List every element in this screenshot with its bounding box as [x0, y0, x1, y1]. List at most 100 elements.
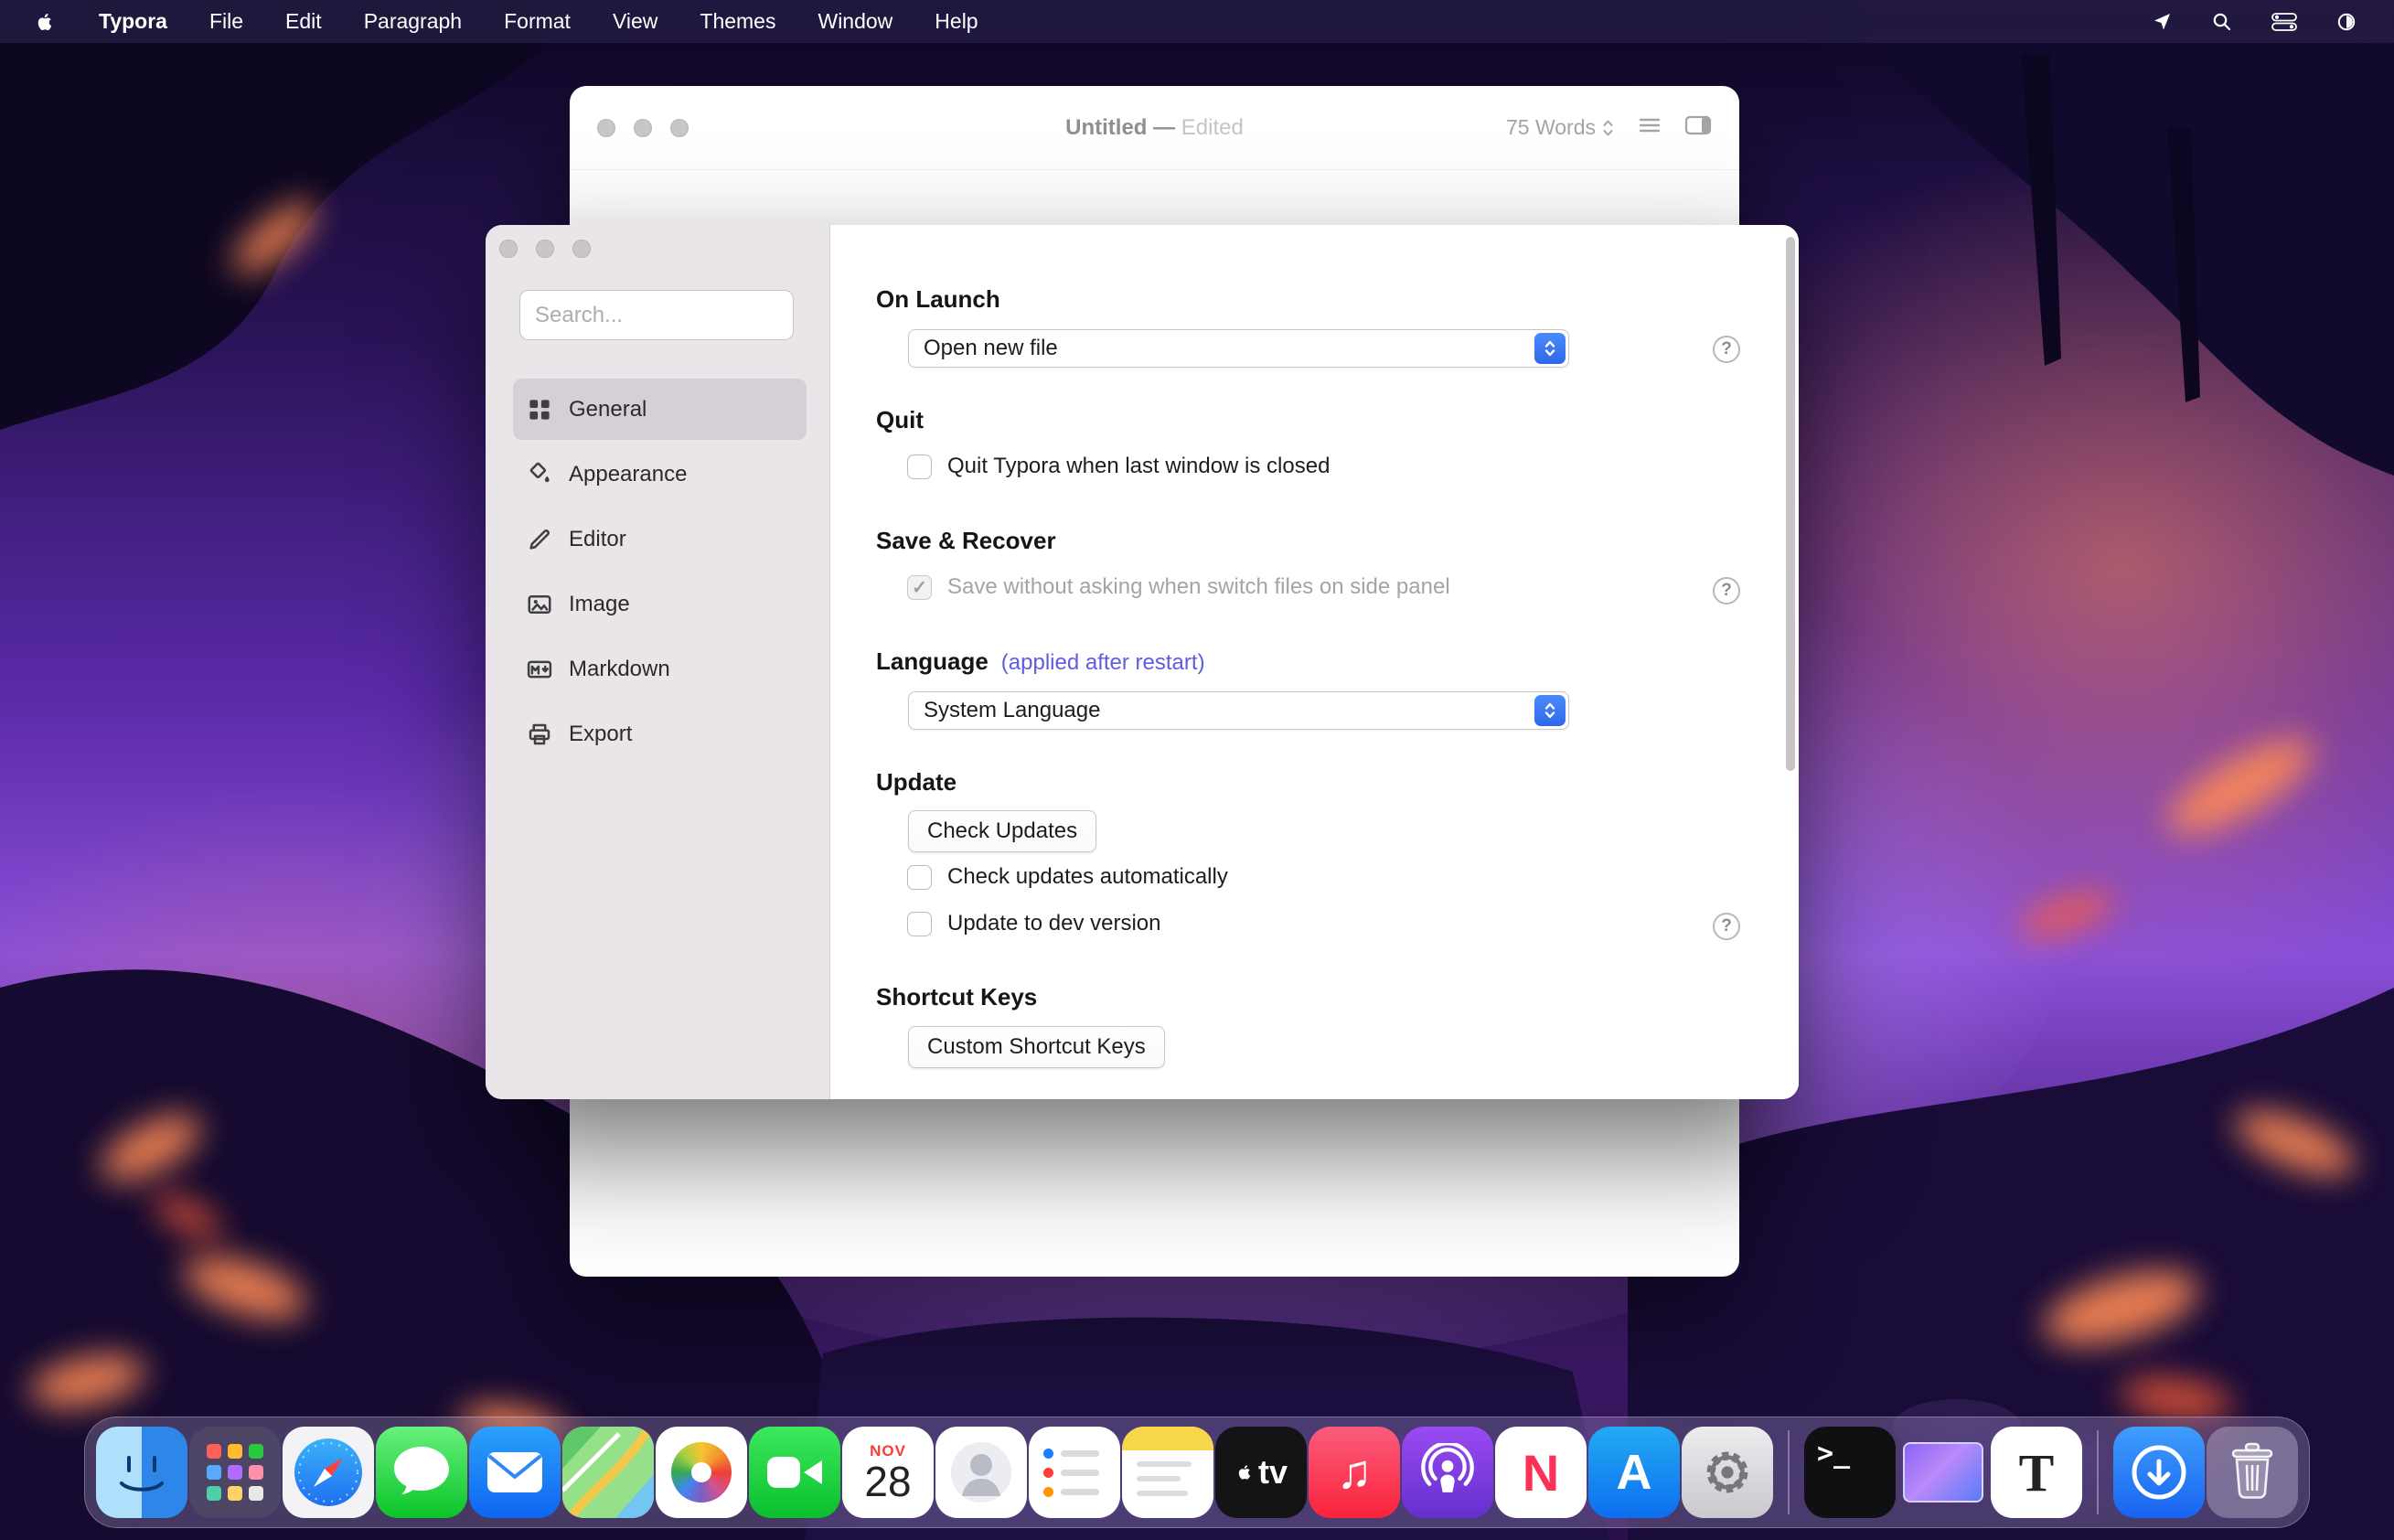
dock-apple-tv-icon[interactable]: tv [1215, 1427, 1307, 1518]
dock-podcasts-icon[interactable] [1402, 1427, 1493, 1518]
dock-finder-icon[interactable] [96, 1427, 187, 1518]
dev-version-checkbox-label[interactable]: Update to dev version [947, 911, 1160, 936]
sidebar-item-label: Export [569, 722, 632, 747]
dock-news-icon[interactable]: N [1495, 1427, 1587, 1518]
menu-item-paragraph[interactable]: Paragraph [364, 9, 462, 34]
preferences-sidebar: General Appearance Editor Image Markdown… [486, 225, 830, 1099]
dock-music-icon[interactable]: ♫ [1309, 1427, 1400, 1518]
sidebar-item-markdown[interactable]: Markdown [513, 638, 807, 700]
dock-calendar-icon[interactable]: NOV 28 [842, 1427, 934, 1518]
menu-item-file[interactable]: File [209, 9, 243, 34]
check-updates-button[interactable]: Check Updates [908, 810, 1096, 852]
gear-icon [1697, 1442, 1758, 1503]
dock-mail-icon[interactable] [469, 1427, 561, 1518]
auto-update-checkbox-label[interactable]: Check updates automatically [947, 864, 1228, 890]
apple-menu-icon[interactable] [33, 10, 57, 34]
dock-safari-icon[interactable] [283, 1427, 374, 1518]
zoom-button[interactable] [572, 240, 591, 258]
language-heading: Language (applied after restart) [876, 647, 1205, 676]
music-note-glyph: ♫ [1337, 1445, 1373, 1500]
dropdown-stepper-icon [1534, 695, 1566, 726]
scrollbar-thumb[interactable] [1786, 237, 1795, 771]
spotlight-search-icon[interactable] [2211, 11, 2233, 33]
siri-icon[interactable] [2335, 11, 2357, 33]
printer-icon [526, 721, 553, 748]
dock-photos-icon[interactable] [656, 1427, 747, 1518]
dock-downloads-icon[interactable] [2113, 1427, 2205, 1518]
save-checkbox-label[interactable]: Save without asking when switch files on… [947, 574, 1450, 600]
auto-update-checkbox[interactable] [907, 865, 932, 890]
pencil-icon [526, 526, 553, 553]
on-launch-help-button[interactable]: ? [1713, 336, 1740, 363]
window-controls [499, 240, 591, 258]
control-center-icon[interactable] [2271, 13, 2297, 31]
sidebar-item-export[interactable]: Export [513, 703, 807, 765]
dock-notes-icon[interactable] [1122, 1427, 1213, 1518]
dock-app-store-icon[interactable]: A [1588, 1427, 1680, 1518]
dock-reminders-icon[interactable] [1029, 1427, 1120, 1518]
dev-version-checkbox[interactable] [907, 912, 932, 936]
dock-maps-icon[interactable] [562, 1427, 654, 1518]
dev-version-help-button[interactable]: ? [1713, 913, 1740, 940]
sidebar-item-label: Editor [569, 527, 626, 552]
dropdown-value: System Language [924, 698, 1100, 723]
document-titlebar: Untitled — Edited 75 Words [570, 86, 1739, 170]
menu-item-window[interactable]: Window [818, 9, 892, 34]
dock-terminal-icon[interactable]: >_ [1804, 1427, 1896, 1518]
word-count[interactable]: 75 Words [1506, 115, 1615, 140]
menu-item-view[interactable]: View [613, 9, 657, 34]
menu-app-name[interactable]: Typora [99, 9, 167, 34]
paint-icon [526, 461, 553, 488]
dock-system-preferences-icon[interactable] [1682, 1427, 1773, 1518]
language-heading-text: Language [876, 647, 989, 675]
close-button[interactable] [597, 119, 615, 137]
typora-glyph: T [2019, 1442, 2055, 1503]
search-input[interactable] [519, 290, 794, 340]
sidebar-item-label: General [569, 397, 647, 422]
apple-tv-glyph: tv [1258, 1453, 1288, 1492]
photos-pinwheel [671, 1442, 732, 1503]
sidebar-item-image[interactable]: Image [513, 573, 807, 635]
sidebar-item-label: Image [569, 592, 630, 617]
dock-contacts-icon[interactable] [935, 1427, 1027, 1518]
dock-messages-icon[interactable] [376, 1427, 467, 1518]
minimize-button[interactable] [634, 119, 652, 137]
sidebar-panel-icon[interactable] [1684, 114, 1712, 141]
zoom-button[interactable] [670, 119, 689, 137]
save-checkbox[interactable] [907, 575, 932, 600]
menu-item-themes[interactable]: Themes [700, 9, 775, 34]
sidebar-item-appearance[interactable]: Appearance [513, 444, 807, 505]
quit-heading: Quit [876, 406, 924, 434]
quit-checkbox[interactable] [907, 455, 932, 479]
preferences-window: General Appearance Editor Image Markdown… [486, 225, 1799, 1099]
quit-checkbox-row: Quit Typora when last window is closed [907, 454, 1330, 479]
notes-header-band [1122, 1427, 1213, 1450]
dock-image-preview-icon[interactable] [1897, 1427, 1989, 1518]
dropdown-stepper-icon [1534, 333, 1566, 364]
menu-bar: Typora File Edit Paragraph Format View T… [0, 0, 2394, 43]
menu-item-help[interactable]: Help [935, 9, 978, 34]
on-launch-dropdown[interactable]: Open new file [908, 329, 1569, 368]
location-icon[interactable] [2151, 11, 2173, 33]
close-button[interactable] [499, 240, 518, 258]
quit-checkbox-label[interactable]: Quit Typora when last window is closed [947, 454, 1330, 479]
menu-item-edit[interactable]: Edit [285, 9, 322, 34]
dock-typora-icon[interactable]: T [1991, 1427, 2082, 1518]
preferences-nav: General Appearance Editor Image Markdown… [513, 379, 807, 768]
image-thumbnail [1903, 1442, 1983, 1503]
dock-trash-icon[interactable] [2207, 1427, 2298, 1518]
dock-facetime-icon[interactable] [749, 1427, 840, 1518]
sidebar-item-general[interactable]: General [513, 379, 807, 440]
save-help-button[interactable]: ? [1713, 577, 1740, 604]
minimize-button[interactable] [536, 240, 554, 258]
outline-list-icon[interactable] [1637, 114, 1662, 141]
language-note: (applied after restart) [1001, 650, 1205, 675]
auto-update-checkbox-row: Check updates automatically [907, 864, 1228, 890]
custom-shortcut-keys-button[interactable]: Custom Shortcut Keys [908, 1026, 1165, 1068]
sidebar-item-editor[interactable]: Editor [513, 508, 807, 570]
preferences-content: On Launch Open new file ? Quit Quit Typo… [830, 225, 1799, 1099]
menu-item-format[interactable]: Format [504, 9, 571, 34]
dock-launchpad-icon[interactable] [189, 1427, 281, 1518]
dev-version-checkbox-row: Update to dev version [907, 911, 1160, 936]
language-dropdown[interactable]: System Language [908, 691, 1569, 730]
